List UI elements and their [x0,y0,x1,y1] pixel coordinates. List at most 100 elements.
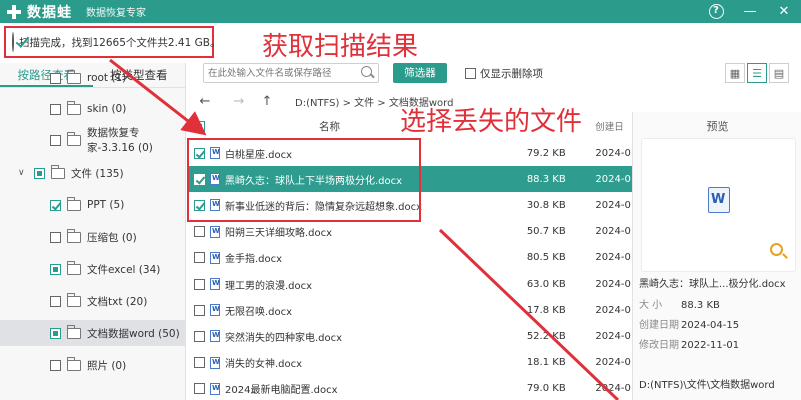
word-file-icon [210,225,220,238]
tree-item-checkbox[interactable] [50,263,61,275]
tree-item-checkbox[interactable] [50,359,61,371]
tree-item-label: PPT (5) [87,199,125,211]
tree-item-checkbox[interactable] [50,199,61,211]
annotation-scan-result: 获取扫描结果 [262,32,419,62]
tree-item-checkbox[interactable] [50,134,61,146]
back-arrow-icon[interactable]: ← [195,94,215,109]
file-name: 2024最新电脑配置.docx [225,385,338,397]
table-row[interactable]: 金手指.docx 80.5 KB 2024-0 [187,245,632,271]
file-size: 80.5 KB [526,252,566,264]
only-deleted-checkbox[interactable] [465,68,476,79]
tree-item-label: skin (0) [87,103,127,115]
file-size: 18.1 KB [526,357,566,369]
tree-item-checkbox[interactable] [50,103,61,115]
tree-item[interactable]: PPT (5) [0,192,186,218]
table-row[interactable]: 消失的女神.docx 18.1 KB 2024-0 [187,350,632,376]
row-checkbox[interactable] [194,383,205,395]
close-button[interactable]: ✕ [767,0,801,23]
row-checkbox[interactable] [194,278,205,290]
list-view-icon[interactable]: ☰ [747,63,767,83]
only-deleted-toggle[interactable]: 仅显示删除项 [465,66,543,81]
preview-size-value: 88.3 KB [681,300,720,311]
file-size: 79.2 KB [526,147,566,159]
file-name: 白桃星座.docx [225,149,293,161]
file-name: 黑崎久志：球队上下半场两极分化.docx [225,175,403,187]
table-row[interactable]: 黑崎久志：球队上下半场两极分化.docx 88.3 KB 2024-0 [187,166,632,193]
preview-path: D:(NTFS)\文件\文档数据word [639,380,775,391]
file-size: 79.0 KB [526,383,566,395]
file-name: 理工男的浪漫.docx [225,280,313,292]
table-row[interactable]: 无限召唤.docx 17.8 KB 2024-0 [187,297,632,323]
folder-icon [67,260,81,275]
file-size: 17.8 KB [526,304,566,316]
row-checkbox[interactable] [194,147,205,159]
tree-item-checkbox[interactable] [50,295,61,307]
tree-item[interactable]: 数据恢复专家-3.3.16 (0) [0,127,186,154]
filter-button[interactable]: 筛选器 [393,63,447,83]
table-row[interactable]: 新事业低迷的背后：隐情复杂远超想象.docx 30.8 KB 2024-0 [187,192,632,218]
tree-item-checkbox[interactable] [34,167,45,179]
scan-status-text: 扫描完成，找到12665个文件共2.41 GB。 [19,36,221,49]
expand-caret-icon[interactable]: ∨ [18,168,30,178]
row-checkbox[interactable] [194,226,205,238]
tree-item-label: 压缩包 (0) [87,231,137,244]
tree-item-label: 照片 (0) [87,359,127,372]
table-row[interactable]: 白桃星座.docx 79.2 KB 2024-0 [187,140,632,166]
tree-item[interactable]: skin (0) [0,96,186,122]
view-switcher: ▦ ☰ ▤ [725,63,791,83]
file-date: 2024-0 [595,304,631,316]
tree-item[interactable]: 文档数据word (50) [0,320,186,346]
word-document-icon [708,187,730,213]
file-size: 50.7 KB [526,226,566,238]
tree-item[interactable]: 压缩包 (0) [0,224,186,250]
app-name: 数据蛙 [27,4,72,21]
file-date: 2024-0 [595,252,631,264]
file-name: 突然消失的四种家电.docx [225,332,343,344]
app-logo: 数据蛙 数据恢复专家 [6,2,146,22]
tree-item-label: 文档数据word (50) [87,327,180,340]
preview-size-label: 大 小 [639,300,663,311]
file-date: 2024-0 [595,226,631,238]
row-checkbox[interactable] [194,173,205,185]
folder-icon [67,69,81,84]
row-checkbox[interactable] [194,357,205,369]
annotation-select-files: 选择丢失的文件 [400,107,583,137]
tree-item[interactable]: 文件excel (34) [0,256,186,282]
row-checkbox[interactable] [194,252,205,264]
row-checkbox[interactable] [194,304,205,316]
search-icon[interactable] [361,66,372,77]
file-date: 2024-0 [595,278,631,290]
search-input[interactable] [203,63,379,83]
tree-item[interactable]: root (1) [0,65,186,91]
file-table: 名称 创建日 白桃星座.docx79.2 KB2024-0黑崎久志：球队上下半场… [187,114,632,400]
table-row[interactable]: 阳朔三天详细攻略.docx 50.7 KB 2024-0 [187,219,632,245]
folder-icon [67,228,81,243]
table-row[interactable]: 突然消失的四种家电.docx 52.2 KB 2024-0 [187,323,632,349]
word-file-icon [210,356,220,369]
tree-item-checkbox[interactable] [50,231,61,243]
forward-arrow-icon[interactable]: → [229,94,249,109]
minimize-button[interactable]: — [733,0,767,23]
column-header-date[interactable]: 创建日 [595,119,632,133]
zoom-icon[interactable] [770,243,783,256]
table-row[interactable]: 理工男的浪漫.docx 63.0 KB 2024-0 [187,271,632,297]
help-button[interactable]: ? [699,0,733,23]
tree-item-checkbox[interactable] [50,327,61,339]
detail-view-icon[interactable]: ▤ [769,63,789,83]
tree-item-label: 数据恢复专家-3.3.16 (0) [87,127,153,154]
preview-card [641,138,796,272]
preview-file-name: 黑崎久志：球队上...极分化.docx [639,279,786,290]
file-date: 2024-0 [595,147,631,159]
up-arrow-icon[interactable]: ↑ [257,94,277,109]
grid-view-icon[interactable]: ▦ [725,63,745,83]
tree-item[interactable]: ∨ 文件 (135) [0,160,186,186]
tree-item-checkbox[interactable] [50,72,61,84]
tree-item[interactable]: 文档txt (20) [0,288,186,314]
toolbar: 筛选器 仅显示删除项 ▦ ☰ ▤ [187,63,801,85]
row-checkbox[interactable] [194,330,205,342]
row-checkbox[interactable] [194,199,205,211]
table-row[interactable]: 2024最新电脑配置.docx 79.0 KB 2024-0 [187,376,632,400]
preview-created-label: 创建日期 [639,320,679,331]
tree-item[interactable]: 照片 (0) [0,352,186,378]
select-all-checkbox[interactable] [194,120,205,132]
